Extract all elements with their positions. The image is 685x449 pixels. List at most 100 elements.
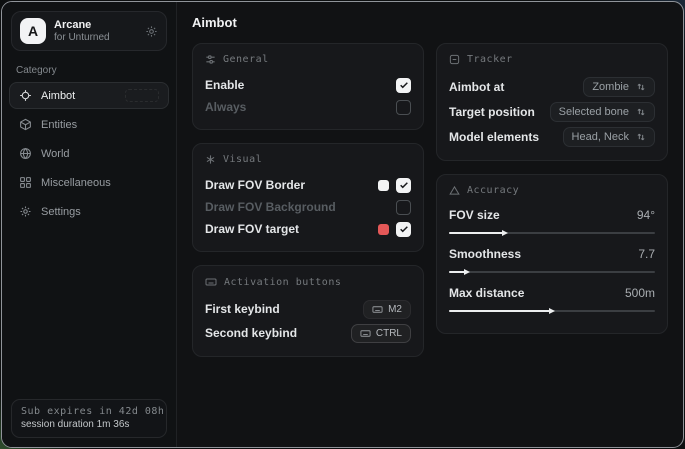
tune-icon (205, 54, 216, 65)
visual-title: Visual (223, 154, 262, 165)
max-distance-slider[interactable] (449, 310, 655, 312)
page-title: Aimbot (192, 15, 668, 30)
enable-checkbox[interactable] (396, 78, 411, 93)
enable-row: Enable (205, 74, 411, 96)
sidebar-item-entities[interactable]: Entities (9, 111, 169, 138)
keyboard-icon (372, 304, 383, 315)
left-column: General Enable Always (192, 43, 424, 357)
keyboard-icon (205, 276, 217, 288)
globe-icon (19, 147, 32, 160)
app-subtitle: for Unturned (54, 32, 137, 44)
keybind-value: M2 (388, 304, 402, 315)
visual-header: Visual (205, 154, 411, 165)
sidebar-item-world[interactable]: World (9, 140, 169, 167)
accuracy-title: Accuracy (467, 185, 519, 196)
target-position-label: Target position (449, 105, 535, 119)
swap-arrows-icon (636, 82, 646, 92)
second-keybind-row: Second keybind CTRL (205, 321, 411, 345)
general-title: General (223, 54, 269, 65)
main-panel: Aimbot General (177, 2, 683, 447)
gear-icon[interactable] (145, 25, 158, 38)
max-distance-value: 500m (625, 286, 655, 300)
fov-background-label: Draw FOV Background (205, 200, 336, 214)
sparkle-icon (205, 154, 216, 165)
subscription-status-card: Sub expires in 42d 08h session duration … (11, 399, 167, 438)
fov-border-label: Draw FOV Border (205, 178, 305, 192)
target-position-row: Target position Selected bone (449, 99, 655, 124)
settings-gear-icon (19, 205, 32, 218)
general-card: General Enable Always (192, 43, 424, 130)
model-elements-select[interactable]: Head, Neck (563, 127, 655, 147)
fov-background-checkbox[interactable] (396, 200, 411, 215)
grid-icon (19, 176, 32, 189)
accuracy-card: Accuracy FOV size 94° Smoothness (436, 174, 668, 334)
sidebar-item-aimbot[interactable]: Aimbot (9, 82, 169, 109)
target-position-select[interactable]: Selected bone (550, 102, 655, 122)
model-elements-label: Model elements (449, 130, 539, 144)
fov-background-row: Draw FOV Background (205, 196, 411, 218)
aimbot-at-row: Aimbot at Zombie (449, 74, 655, 99)
ghost-badge (125, 89, 159, 102)
second-keybind-button[interactable]: CTRL (351, 324, 411, 343)
slider-fill (449, 310, 550, 312)
aimbot-at-select[interactable]: Zombie (583, 77, 655, 97)
category-nav: Aimbot Entities (2, 82, 176, 225)
cube-icon (19, 118, 32, 131)
fov-target-label: Draw FOV target (205, 222, 299, 236)
check-icon (399, 80, 409, 90)
session-duration-text: session duration 1m 36s (21, 419, 157, 430)
fov-size-slider[interactable] (449, 232, 655, 234)
max-distance-label: Max distance (449, 286, 524, 300)
tracker-title: Tracker (467, 54, 513, 65)
max-distance-group: Max distance 500m (449, 283, 655, 312)
sidebar-item-label: World (41, 148, 70, 160)
swap-arrows-icon (636, 132, 646, 142)
enable-label: Enable (205, 78, 244, 92)
sidebar: A Arcane for Unturned Category (2, 2, 177, 447)
fov-size-value: 94° (637, 208, 655, 222)
smoothness-slider[interactable] (449, 271, 655, 273)
visual-card: Visual Draw FOV Border (192, 143, 424, 252)
fov-border-checkbox[interactable] (396, 178, 411, 193)
always-label: Always (205, 100, 246, 114)
accuracy-header: Accuracy (449, 185, 655, 196)
keybind-value: CTRL (376, 328, 402, 339)
sidebar-item-label: Miscellaneous (41, 177, 111, 189)
aimbot-at-value: Zombie (592, 81, 629, 93)
sidebar-item-label: Entities (41, 119, 77, 131)
crosshair-icon (19, 89, 32, 102)
always-checkbox[interactable] (396, 100, 411, 115)
check-icon (399, 224, 409, 234)
first-keybind-button[interactable]: M2 (363, 300, 411, 319)
swap-arrows-icon (636, 107, 646, 117)
smoothness-value: 7.7 (638, 247, 655, 261)
fov-border-row: Draw FOV Border (205, 174, 411, 196)
aimbot-at-label: Aimbot at (449, 80, 504, 94)
fov-border-color-swatch[interactable] (378, 180, 389, 191)
first-keybind-label: First keybind (205, 302, 280, 316)
activation-header: Activation buttons (205, 276, 411, 288)
smoothness-label: Smoothness (449, 247, 521, 261)
sidebar-item-settings[interactable]: Settings (9, 198, 169, 225)
app-logo: A (20, 18, 46, 44)
sidebar-item-miscellaneous[interactable]: Miscellaneous (9, 169, 169, 196)
fov-target-checkbox[interactable] (396, 222, 411, 237)
activation-title: Activation buttons (224, 277, 341, 288)
model-elements-value: Head, Neck (572, 131, 629, 143)
slider-fill (449, 232, 503, 234)
model-elements-row: Model elements Head, Neck (449, 124, 655, 149)
category-label: Category (16, 65, 176, 76)
check-icon (399, 180, 409, 190)
app-title: Arcane (54, 19, 137, 32)
logo-card: A Arcane for Unturned (11, 11, 167, 51)
fov-size-group: FOV size 94° (449, 205, 655, 234)
activation-card: Activation buttons First keybind (192, 265, 424, 357)
fov-target-color-swatch[interactable] (378, 224, 389, 235)
fov-size-label: FOV size (449, 208, 500, 222)
sidebar-item-label: Settings (41, 206, 81, 218)
sidebar-item-label: Aimbot (41, 90, 75, 102)
box-minus-icon (449, 54, 460, 65)
tracker-card: Tracker Aimbot at Zombie (436, 43, 668, 161)
target-position-value: Selected bone (559, 106, 629, 118)
smoothness-group: Smoothness 7.7 (449, 244, 655, 273)
